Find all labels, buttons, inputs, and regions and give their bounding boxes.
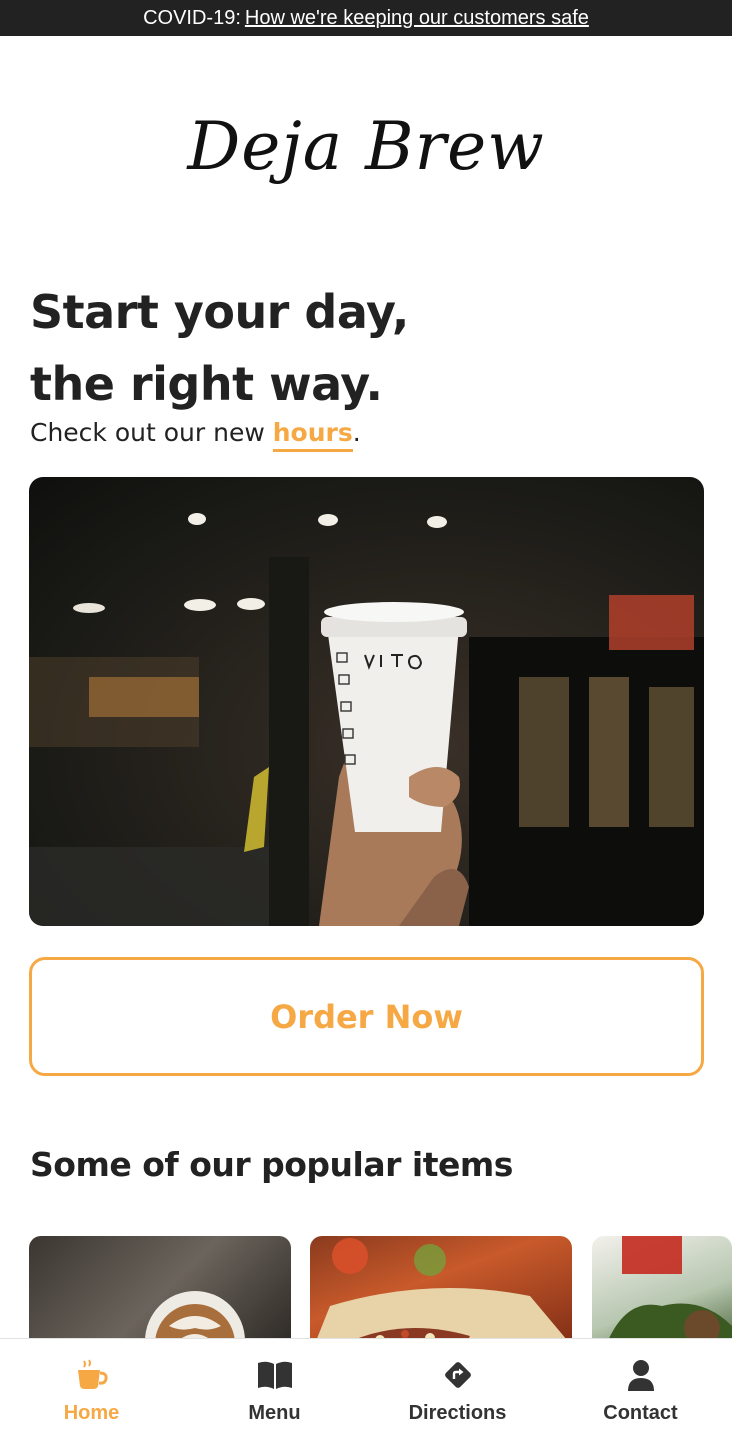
brand-logo[interactable]: Deja Brew <box>0 108 732 185</box>
covid-banner-prefix: COVID-19: <box>143 6 241 29</box>
nav-label-home: Home <box>63 1402 120 1424</box>
directions-sign-icon <box>440 1357 476 1393</box>
hero-subtitle-period: . <box>352 418 361 447</box>
nav-item-home[interactable]: Home <box>0 1339 183 1441</box>
coffee-cup-icon <box>74 1357 110 1393</box>
hero-subtitle-text: Check out our new <box>30 418 273 447</box>
nav-label-directions: Directions <box>408 1402 507 1424</box>
covid-safety-link[interactable]: How we're keeping our customers safe <box>245 7 589 30</box>
user-icon <box>623 1357 659 1393</box>
covid-banner: COVID-19: How we're keeping our customer… <box>0 0 732 36</box>
popular-items-title: Some of our popular items <box>30 1145 513 1184</box>
hero-photo-coffee-cup <box>29 477 704 926</box>
open-book-icon <box>257 1357 293 1393</box>
hero-title-line2: the right way. <box>30 357 383 411</box>
hero-photo-illustration <box>29 513 704 926</box>
order-now-button[interactable]: Order Now <box>29 957 704 1076</box>
hero-title: Start your day, the right way. <box>30 276 702 420</box>
hours-link[interactable]: hours <box>272 418 353 452</box>
bottom-navigation: Home Menu Directions Contact <box>0 1338 732 1441</box>
hero-title-line1: Start your day, <box>30 285 409 339</box>
nav-item-menu[interactable]: Menu <box>183 1339 366 1441</box>
hero-subtitle: Check out our new hours. <box>30 418 361 452</box>
nav-label-menu: Menu <box>248 1402 301 1424</box>
nav-label-contact: Contact <box>603 1402 678 1424</box>
nav-item-contact[interactable]: Contact <box>549 1339 732 1441</box>
nav-item-directions[interactable]: Directions <box>366 1339 549 1441</box>
